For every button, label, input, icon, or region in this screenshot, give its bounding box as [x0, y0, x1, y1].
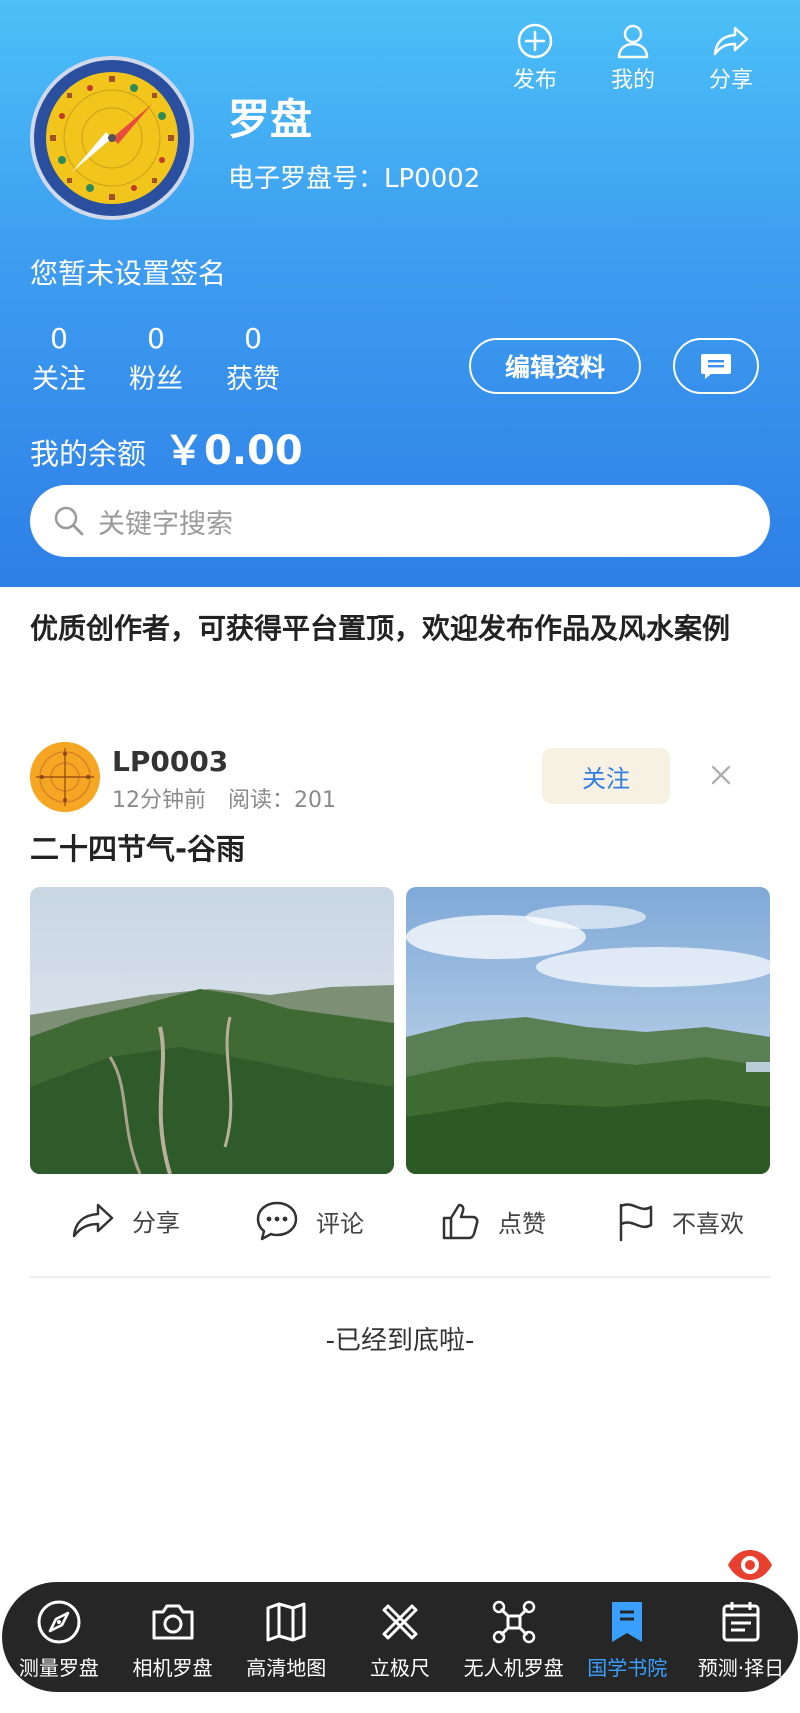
post-time: 12分钟前 — [112, 788, 206, 813]
post-image-1[interactable] — [30, 887, 394, 1174]
stat-following-label: 关注 — [32, 364, 86, 395]
message-icon — [701, 354, 731, 379]
search-input[interactable]: 关键字搜索 — [98, 502, 233, 541]
stat-following[interactable]: 0 关注 — [24, 322, 94, 396]
comment-action[interactable]: 评论 — [254, 1200, 364, 1242]
nav-label: 立极尺 — [369, 1656, 430, 1680]
share-label: 分享 — [708, 68, 753, 93]
divider — [30, 1276, 770, 1278]
balance[interactable]: 我的余额 ￥0.00 — [30, 418, 303, 476]
user-icon — [617, 24, 649, 59]
end-of-list-text: -已经到底啦- — [325, 1326, 475, 1356]
search-bar[interactable]: 关键字搜索 — [30, 485, 770, 557]
calendar-icon — [722, 1602, 760, 1642]
close-icon[interactable] — [706, 760, 736, 790]
ruler-cross-icon — [382, 1604, 418, 1640]
flag-icon — [619, 1203, 653, 1242]
post-meta: 12分钟前 阅读：201 — [112, 782, 336, 814]
post-reads-count: 201 — [294, 788, 337, 813]
profile-header: 发布 我的 分享 罗盘 电子罗盘号：LP0002 您暂未设置签名 0 关注 0 … — [0, 0, 800, 587]
stat-likes-label: 获赞 — [226, 364, 280, 395]
comment-icon — [256, 1201, 298, 1241]
nav-item-academy[interactable]: 国学书院 — [570, 1582, 684, 1692]
post-image-2[interactable] — [406, 887, 770, 1174]
stat-following-value: 0 — [50, 322, 68, 355]
compass-id-value: LP0002 — [384, 164, 481, 194]
stat-fans-label: 粉丝 — [129, 364, 183, 395]
nav-item-forecast[interactable]: 预测·择日 — [684, 1582, 798, 1692]
compass-avatar-icon — [40, 66, 184, 210]
bookmark-icon — [612, 1602, 643, 1642]
nav-item-camera-compass[interactable]: 相机罗盘 — [116, 1582, 230, 1692]
bottom-nav: 测量罗盘 相机罗盘 高清地图 立极尺 无人机罗盘 国学书院 预测·择日 — [2, 1582, 798, 1692]
nav-label: 预测·择日 — [697, 1656, 785, 1680]
nav-label: 测量罗盘 — [18, 1656, 99, 1680]
nav-item-measure-compass[interactable]: 测量罗盘 — [2, 1582, 116, 1692]
share-icon — [713, 26, 749, 56]
compass-id: 电子罗盘号：LP0002 — [228, 158, 480, 195]
nav-label: 国学书院 — [587, 1656, 668, 1680]
profile-name: 罗盘 — [228, 95, 313, 144]
thumbs-up-icon — [442, 1203, 479, 1240]
search-icon — [54, 506, 84, 536]
like-action-label: 点赞 — [498, 1209, 546, 1238]
map-icon — [266, 1602, 306, 1642]
dislike-action[interactable]: 不喜欢 — [614, 1200, 744, 1242]
nav-item-ruler[interactable]: 立极尺 — [343, 1582, 457, 1692]
nav-label: 相机罗盘 — [132, 1656, 213, 1680]
compass-id-label: 电子罗盘号： — [228, 164, 385, 194]
stat-fans-value: 0 — [147, 322, 165, 355]
dislike-action-label: 不喜欢 — [672, 1209, 744, 1238]
post-author-avatar[interactable] — [30, 742, 100, 812]
post-author-name[interactable]: LP0003 — [112, 745, 228, 778]
my-button[interactable]: 我的 — [588, 22, 678, 94]
edit-profile-button[interactable]: 编辑资料 — [469, 338, 641, 394]
share-action-label: 分享 — [132, 1208, 180, 1237]
nav-label: 无人机罗盘 — [463, 1656, 564, 1680]
like-action[interactable]: 点赞 — [440, 1200, 546, 1242]
comment-action-label: 评论 — [316, 1209, 364, 1238]
message-button[interactable] — [673, 338, 759, 394]
camera-icon — [152, 1604, 194, 1640]
eye-icon[interactable] — [726, 1548, 774, 1582]
share-action[interactable]: 分享 — [70, 1200, 180, 1240]
plus-circle-icon — [517, 23, 553, 59]
stat-likes-value: 0 — [244, 322, 262, 355]
post-reads-label: 阅读： — [228, 788, 295, 813]
follow-button[interactable]: 关注 — [542, 748, 670, 804]
signature[interactable]: 您暂未设置签名 — [30, 252, 226, 292]
nav-label: 高清地图 — [246, 1656, 327, 1680]
stat-fans[interactable]: 0 粉丝 — [121, 322, 191, 396]
compass-avatar-icon — [30, 742, 100, 812]
my-label: 我的 — [610, 68, 655, 93]
publish-button[interactable]: 发布 — [490, 22, 580, 94]
balance-label: 我的余额 — [30, 437, 147, 471]
compass-icon — [37, 1600, 81, 1644]
share-top-button[interactable]: 分享 — [686, 22, 776, 94]
publish-label: 发布 — [512, 68, 557, 93]
balance-amount: ￥0.00 — [164, 428, 303, 474]
creator-notice: 优质创作者，可获得平台置顶，欢迎发布作品及风水案例 — [30, 612, 731, 645]
nav-item-hd-map[interactable]: 高清地图 — [229, 1582, 343, 1692]
post-title[interactable]: 二十四节气-谷雨 — [30, 826, 245, 868]
stat-likes[interactable]: 0 获赞 — [218, 322, 288, 396]
share-icon — [72, 1203, 114, 1238]
nav-item-drone-compass[interactable]: 无人机罗盘 — [457, 1582, 571, 1692]
drone-icon — [492, 1600, 535, 1644]
avatar[interactable] — [30, 56, 194, 220]
